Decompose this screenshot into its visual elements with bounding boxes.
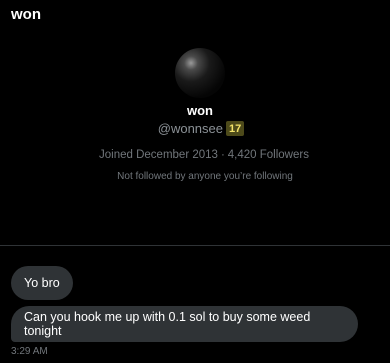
joined-date: Joined December 2013 [99,149,218,161]
handle-row: @wonnsee 17 [158,121,245,136]
followers-count[interactable]: 4,420 Followers [228,149,309,161]
followed-by-note: Not followed by anyone you’re following [117,171,293,182]
divider [0,245,390,246]
dm-conversation-page: won won @wonnsee 17 Joined December 2013… [0,0,390,363]
message-bubble[interactable]: Yo bro [11,266,73,300]
conversation-title[interactable]: won [11,6,41,23]
profile-name[interactable]: won [187,103,213,118]
profile-handle[interactable]: @wonnsee [158,121,223,136]
avatar[interactable] [175,48,225,98]
profile-badge: 17 [226,121,245,136]
profile-summary[interactable]: won @wonnsee 17 Joined December 2013 · 4… [0,48,390,182]
joined-row: Joined December 2013 · 4,420 Followers [99,149,309,161]
message-text: Can you hook me up with 0.1 sol to buy s… [24,310,311,338]
message-bubble[interactable]: Can you hook me up with 0.1 sol to buy s… [11,306,358,342]
separator-dot: · [220,149,225,161]
message-text: Yo bro [24,276,60,290]
message-timestamp: 3:29 AM [11,346,48,357]
